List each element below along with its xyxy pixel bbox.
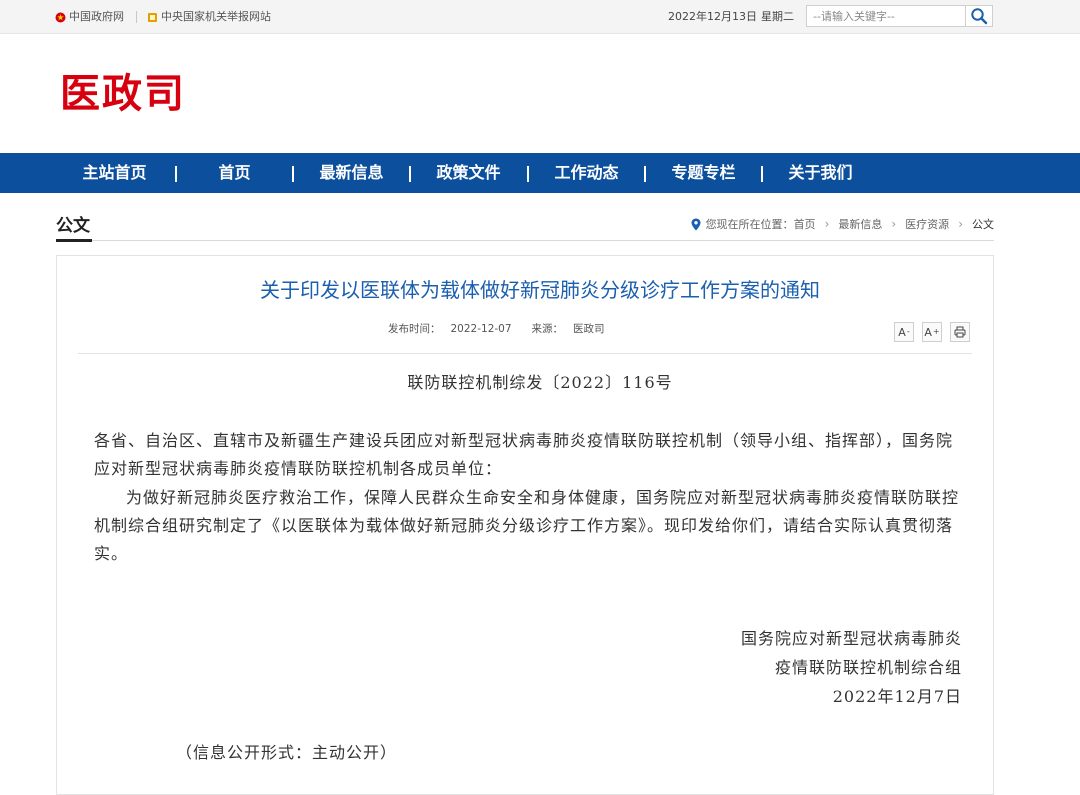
publish-label: 发布时间： (388, 323, 441, 335)
breadcrumb-current: 公文 (972, 218, 994, 231)
article-paragraph: 为做好新冠肺炎医疗救治工作，保障人民群众生命安全和身体健康，国务院应对新型冠状病… (94, 488, 960, 563)
current-date: 2022年12月13日 星期二 (668, 10, 798, 24)
nav-item-about[interactable]: 关于我们 (762, 153, 879, 193)
font-increase-glyph: A (924, 325, 932, 339)
breadcrumb-prefix: 您现在所在位置： (705, 218, 794, 231)
national-emblem-icon (55, 12, 66, 22)
font-decrease-mark: - (906, 327, 910, 336)
location-pin-icon (691, 218, 701, 231)
breadcrumb: 您现在所在位置： 首页 › 最新信息 › 医疗资源 › 公文 (691, 215, 994, 233)
signature-date: 2022年12月7日 (832, 687, 962, 706)
site-logo[interactable]: 医政司 (60, 70, 186, 118)
breadcrumb-latest[interactable]: 最新信息 (838, 216, 882, 232)
publish-date: 2022-12-07 (450, 323, 512, 335)
nav-item-work-news[interactable]: 工作动态 (528, 153, 645, 193)
nav-item-policy[interactable]: 政策文件 (410, 153, 527, 193)
link-gov-portal-label: 中国政府网 (69, 10, 124, 23)
article-meta: 发布时间： 2022-12-07 来源： 医政司 (388, 321, 625, 337)
section-title-underline (56, 239, 92, 242)
weekday-text: 星期二 (761, 10, 794, 23)
font-increase-button[interactable]: A + (922, 322, 942, 342)
article-title: 关于印发以医联体为载体做好新冠肺炎分级诊疗工作方案的通知 (260, 278, 820, 302)
section-divider (56, 240, 994, 241)
main-nav: 主站首页 首页 最新信息 政策文件 工作动态 专题专栏 关于我们 (0, 153, 1080, 193)
breadcrumb-separator-icon: › (958, 217, 963, 231)
link-report-site-label: 中央国家机关举报网站 (161, 10, 271, 23)
breadcrumb-medical-resources[interactable]: 医疗资源 (905, 216, 949, 232)
article-addressee: 各省、自治区、直辖市及新疆生产建设兵团应对新型冠状病毒肺炎疫情联防联控机制（领导… (94, 431, 954, 478)
top-link-divider (136, 11, 137, 23)
print-icon (954, 326, 966, 338)
signature-line-2: 疫情联防联控机制综合组 (774, 658, 962, 677)
source-label: 来源： (531, 323, 564, 335)
nav-item-main-home[interactable]: 主站首页 (56, 153, 173, 193)
search-icon (971, 8, 988, 25)
nav-item-latest[interactable]: 最新信息 (293, 153, 410, 193)
breadcrumb-home[interactable]: 首页 (794, 216, 816, 232)
font-increase-mark: + (932, 327, 940, 336)
font-decrease-glyph: A (898, 325, 906, 339)
meta-divider (78, 353, 972, 354)
nav-item-topics[interactable]: 专题专栏 (645, 153, 762, 193)
link-gov-portal[interactable]: 中国政府网 (55, 10, 124, 24)
top-utility-bar: 中国政府网 中央国家机关举报网站 2022年12月13日 星期二 (0, 0, 1080, 34)
search-button[interactable] (966, 5, 993, 27)
search-input[interactable] (806, 5, 966, 27)
source-value: 医政司 (573, 323, 605, 335)
font-decrease-button[interactable]: A- (894, 322, 914, 342)
print-button[interactable] (950, 322, 970, 342)
report-emblem-icon (148, 12, 157, 22)
document-number: 联防联控机制综发〔2022〕116号 (407, 373, 673, 392)
link-report-site[interactable]: 中央国家机关举报网站 (147, 10, 271, 24)
breadcrumb-separator-icon: › (891, 217, 897, 231)
disclosure-note: （信息公开形式：主动公开） (176, 743, 398, 762)
breadcrumb-separator-icon: › (824, 217, 830, 231)
section-title: 公文 (56, 216, 90, 236)
nav-item-home[interactable]: 首页 (176, 153, 293, 193)
date-text: 2022年12月13日 (668, 10, 757, 23)
signature-line-1: 国务院应对新型冠状病毒肺炎 (740, 629, 962, 648)
